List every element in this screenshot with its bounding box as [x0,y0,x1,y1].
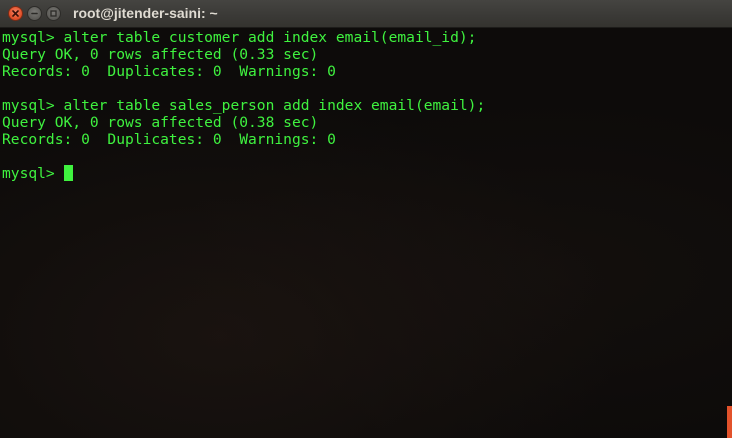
terminal-window: root@jitender-saini: ~ mysql> alter tabl… [0,0,732,438]
terminal-line: Query OK, 0 rows affected (0.38 sec) [2,114,319,131]
resize-corner [727,406,732,438]
close-button[interactable] [8,6,23,21]
terminal-area[interactable]: mysql> alter table customer add index em… [0,28,732,438]
maximize-icon [50,10,57,17]
minimize-icon [31,12,38,15]
mysql-prompt: mysql> [2,165,64,182]
prompt-line[interactable]: mysql> [2,165,485,182]
title-bar[interactable]: root@jitender-saini: ~ [0,0,732,28]
terminal-line: Records: 0 Duplicates: 0 Warnings: 0 [2,131,336,148]
window-title: root@jitender-saini: ~ [73,5,218,21]
terminal-line: Query OK, 0 rows affected (0.33 sec) [2,46,319,63]
maximize-button[interactable] [46,6,61,21]
terminal-line: mysql> alter table sales_person add inde… [2,97,486,114]
terminal-line: mysql> alter table customer add index em… [2,29,477,46]
text-cursor [63,165,73,181]
terminal-line: Records: 0 Duplicates: 0 Warnings: 0 [2,63,336,80]
close-icon [12,10,19,17]
minimize-button[interactable] [27,6,42,21]
terminal-output: mysql> alter table customer add index em… [2,29,485,182]
